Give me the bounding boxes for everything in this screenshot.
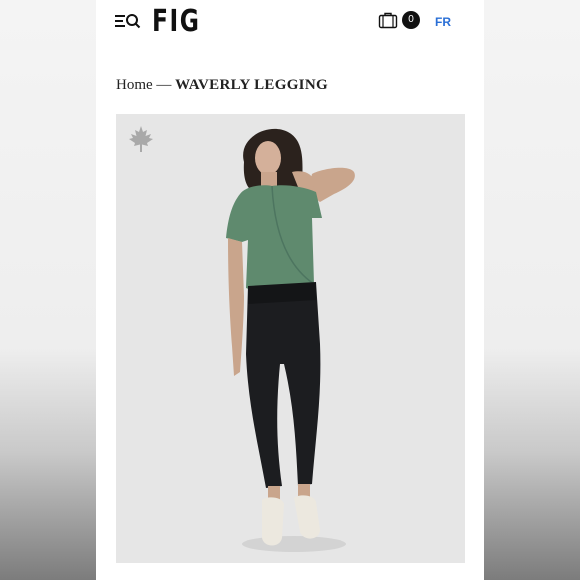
cart-count-badge: 0: [402, 11, 420, 29]
search-icon: [126, 14, 141, 29]
breadcrumb-home-link[interactable]: Home: [116, 77, 153, 93]
site-header: FIG 0 FR: [96, 0, 484, 50]
mobile-page: FIG 0 FR Home — WAVERLY LEGGING: [96, 0, 484, 580]
site-logo[interactable]: FIG: [152, 4, 201, 39]
background-right: [484, 0, 580, 580]
breadcrumb-separator: —: [152, 77, 176, 93]
shopping-bag-icon: [378, 12, 398, 29]
cart-button[interactable]: [378, 11, 398, 29]
breadcrumb-current: WAVERLY LEGGING: [175, 77, 328, 93]
language-switch[interactable]: FR: [435, 15, 451, 29]
menu-icon: [115, 14, 141, 29]
background-left: [0, 0, 96, 580]
menu-search-button[interactable]: [114, 12, 142, 32]
product-image[interactable]: [116, 114, 465, 563]
model-photo: [226, 128, 355, 552]
breadcrumb: Home — WAVERLY LEGGING: [116, 77, 328, 94]
